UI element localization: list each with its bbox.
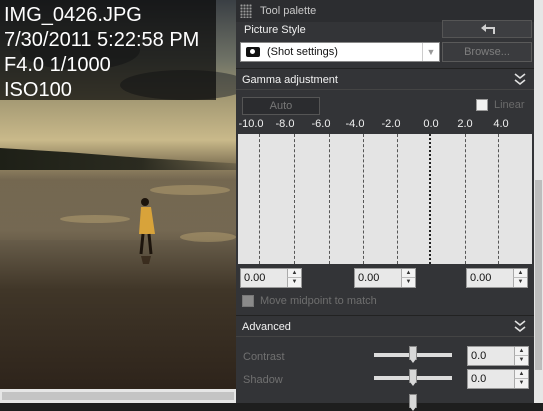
picture-style-value: (Shot settings) <box>267 46 338 58</box>
gamma-tick-label: -6.0 <box>311 118 331 130</box>
photo-puddle <box>60 215 130 223</box>
gamma-gridline <box>498 134 499 264</box>
gamma-tick-label: -8.0 <box>275 118 295 130</box>
move-midpoint-label: Move midpoint to match <box>260 295 377 307</box>
palette-titlebar[interactable]: Tool palette <box>236 0 534 22</box>
move-midpoint-checkbox[interactable] <box>242 295 254 307</box>
photo-landmass <box>0 148 236 170</box>
shadow-stepper[interactable]: 0.0 ▲ ▼ <box>467 369 529 389</box>
exif-filename: IMG_0426.JPG <box>4 4 142 26</box>
exif-exposure: F4.0 1/1000 <box>4 54 111 76</box>
picture-style-select[interactable]: (Shot settings) ▼ <box>240 42 440 62</box>
photo-child-figure <box>139 198 155 264</box>
gamma-tick-label: -10.0 <box>238 118 264 130</box>
contrast-slider-thumb[interactable] <box>409 346 417 363</box>
window-vertical-scrollbar[interactable] <box>534 0 543 403</box>
gamma-tick-label: 4.0 <box>493 118 509 130</box>
camera-icon <box>246 47 260 57</box>
stepper-value: 0.00 <box>358 272 380 284</box>
picture-style-label: Picture Style <box>244 24 306 36</box>
stepper-value: 0.0 <box>471 373 487 385</box>
photo-viewer[interactable]: IMG_0426.JPG 7/30/2011 5:22:58 PM F4.0 1… <box>0 0 236 403</box>
scrollbar-thumb[interactable] <box>535 180 542 370</box>
gamma-gridline <box>465 134 466 264</box>
tool-palette: Tool palette Picture Style (Shot setting… <box>236 0 534 411</box>
spin-down-icon[interactable]: ▼ <box>513 277 527 287</box>
stepper-value: 0.00 <box>244 272 266 284</box>
shadow-slider-thumb[interactable] <box>409 369 417 386</box>
photo-puddle <box>150 185 230 195</box>
advanced-label: Advanced <box>242 321 291 333</box>
stepper-value: 0.0 <box>471 350 487 362</box>
gamma-white-point-stepper[interactable]: 0.00 ▲ ▼ <box>466 268 528 288</box>
linear-label: Linear <box>494 99 525 111</box>
photo-water <box>0 170 236 240</box>
gamma-histogram-area[interactable] <box>238 134 532 264</box>
photo-puddle <box>180 232 236 242</box>
palette-title: Tool palette <box>260 5 317 17</box>
gamma-tick-label: 2.0 <box>457 118 473 130</box>
gamma-gridline <box>363 134 364 264</box>
auto-button[interactable]: Auto <box>242 97 320 115</box>
dropdown-arrow-icon[interactable]: ▼ <box>422 43 439 61</box>
gamma-tick-label: 0.0 <box>423 118 439 130</box>
spin-down-icon[interactable]: ▼ <box>287 277 301 287</box>
next-slider-thumb[interactable] <box>409 394 417 411</box>
spin-down-icon[interactable]: ▼ <box>401 277 415 287</box>
linear-checkbox[interactable] <box>476 99 488 111</box>
exif-overlay: IMG_0426.JPG 7/30/2011 5:22:58 PM F4.0 1… <box>0 0 216 101</box>
grip-icon[interactable] <box>240 4 252 18</box>
gamma-adjustment-label: Gamma adjustment <box>242 74 338 86</box>
scrollbar-thumb[interactable] <box>2 392 234 400</box>
exif-datetime: 7/30/2011 5:22:58 PM <box>4 29 200 51</box>
undo-button[interactable] <box>442 20 532 38</box>
undo-icon <box>481 24 495 34</box>
spin-down-icon[interactable]: ▼ <box>514 355 528 365</box>
stepper-value: 0.00 <box>470 272 492 284</box>
gamma-center-line[interactable] <box>429 134 431 264</box>
gamma-gridline <box>397 134 398 264</box>
gamma-adjustment-header[interactable]: Gamma adjustment <box>236 68 534 90</box>
gamma-gridline <box>294 134 295 264</box>
contrast-stepper[interactable]: 0.0 ▲ ▼ <box>467 346 529 366</box>
photo-horizontal-scrollbar[interactable] <box>0 389 236 403</box>
double-chevron-down-icon[interactable] <box>514 72 526 86</box>
gamma-black-point-stepper[interactable]: 0.00 ▲ ▼ <box>240 268 302 288</box>
exif-iso: ISO100 <box>4 79 72 101</box>
contrast-label: Contrast <box>243 351 285 363</box>
gamma-tick-label: -2.0 <box>381 118 401 130</box>
gamma-gridline <box>329 134 330 264</box>
spin-down-icon[interactable]: ▼ <box>514 378 528 388</box>
advanced-header[interactable]: Advanced <box>236 315 534 337</box>
browse-button[interactable]: Browse... <box>442 42 532 62</box>
shadow-label: Shadow <box>243 374 283 386</box>
double-chevron-down-icon[interactable] <box>514 319 526 333</box>
gamma-tick-label: -4.0 <box>345 118 365 130</box>
gamma-gridline <box>259 134 260 264</box>
gamma-midpoint-stepper[interactable]: 0.00 ▲ ▼ <box>354 268 416 288</box>
